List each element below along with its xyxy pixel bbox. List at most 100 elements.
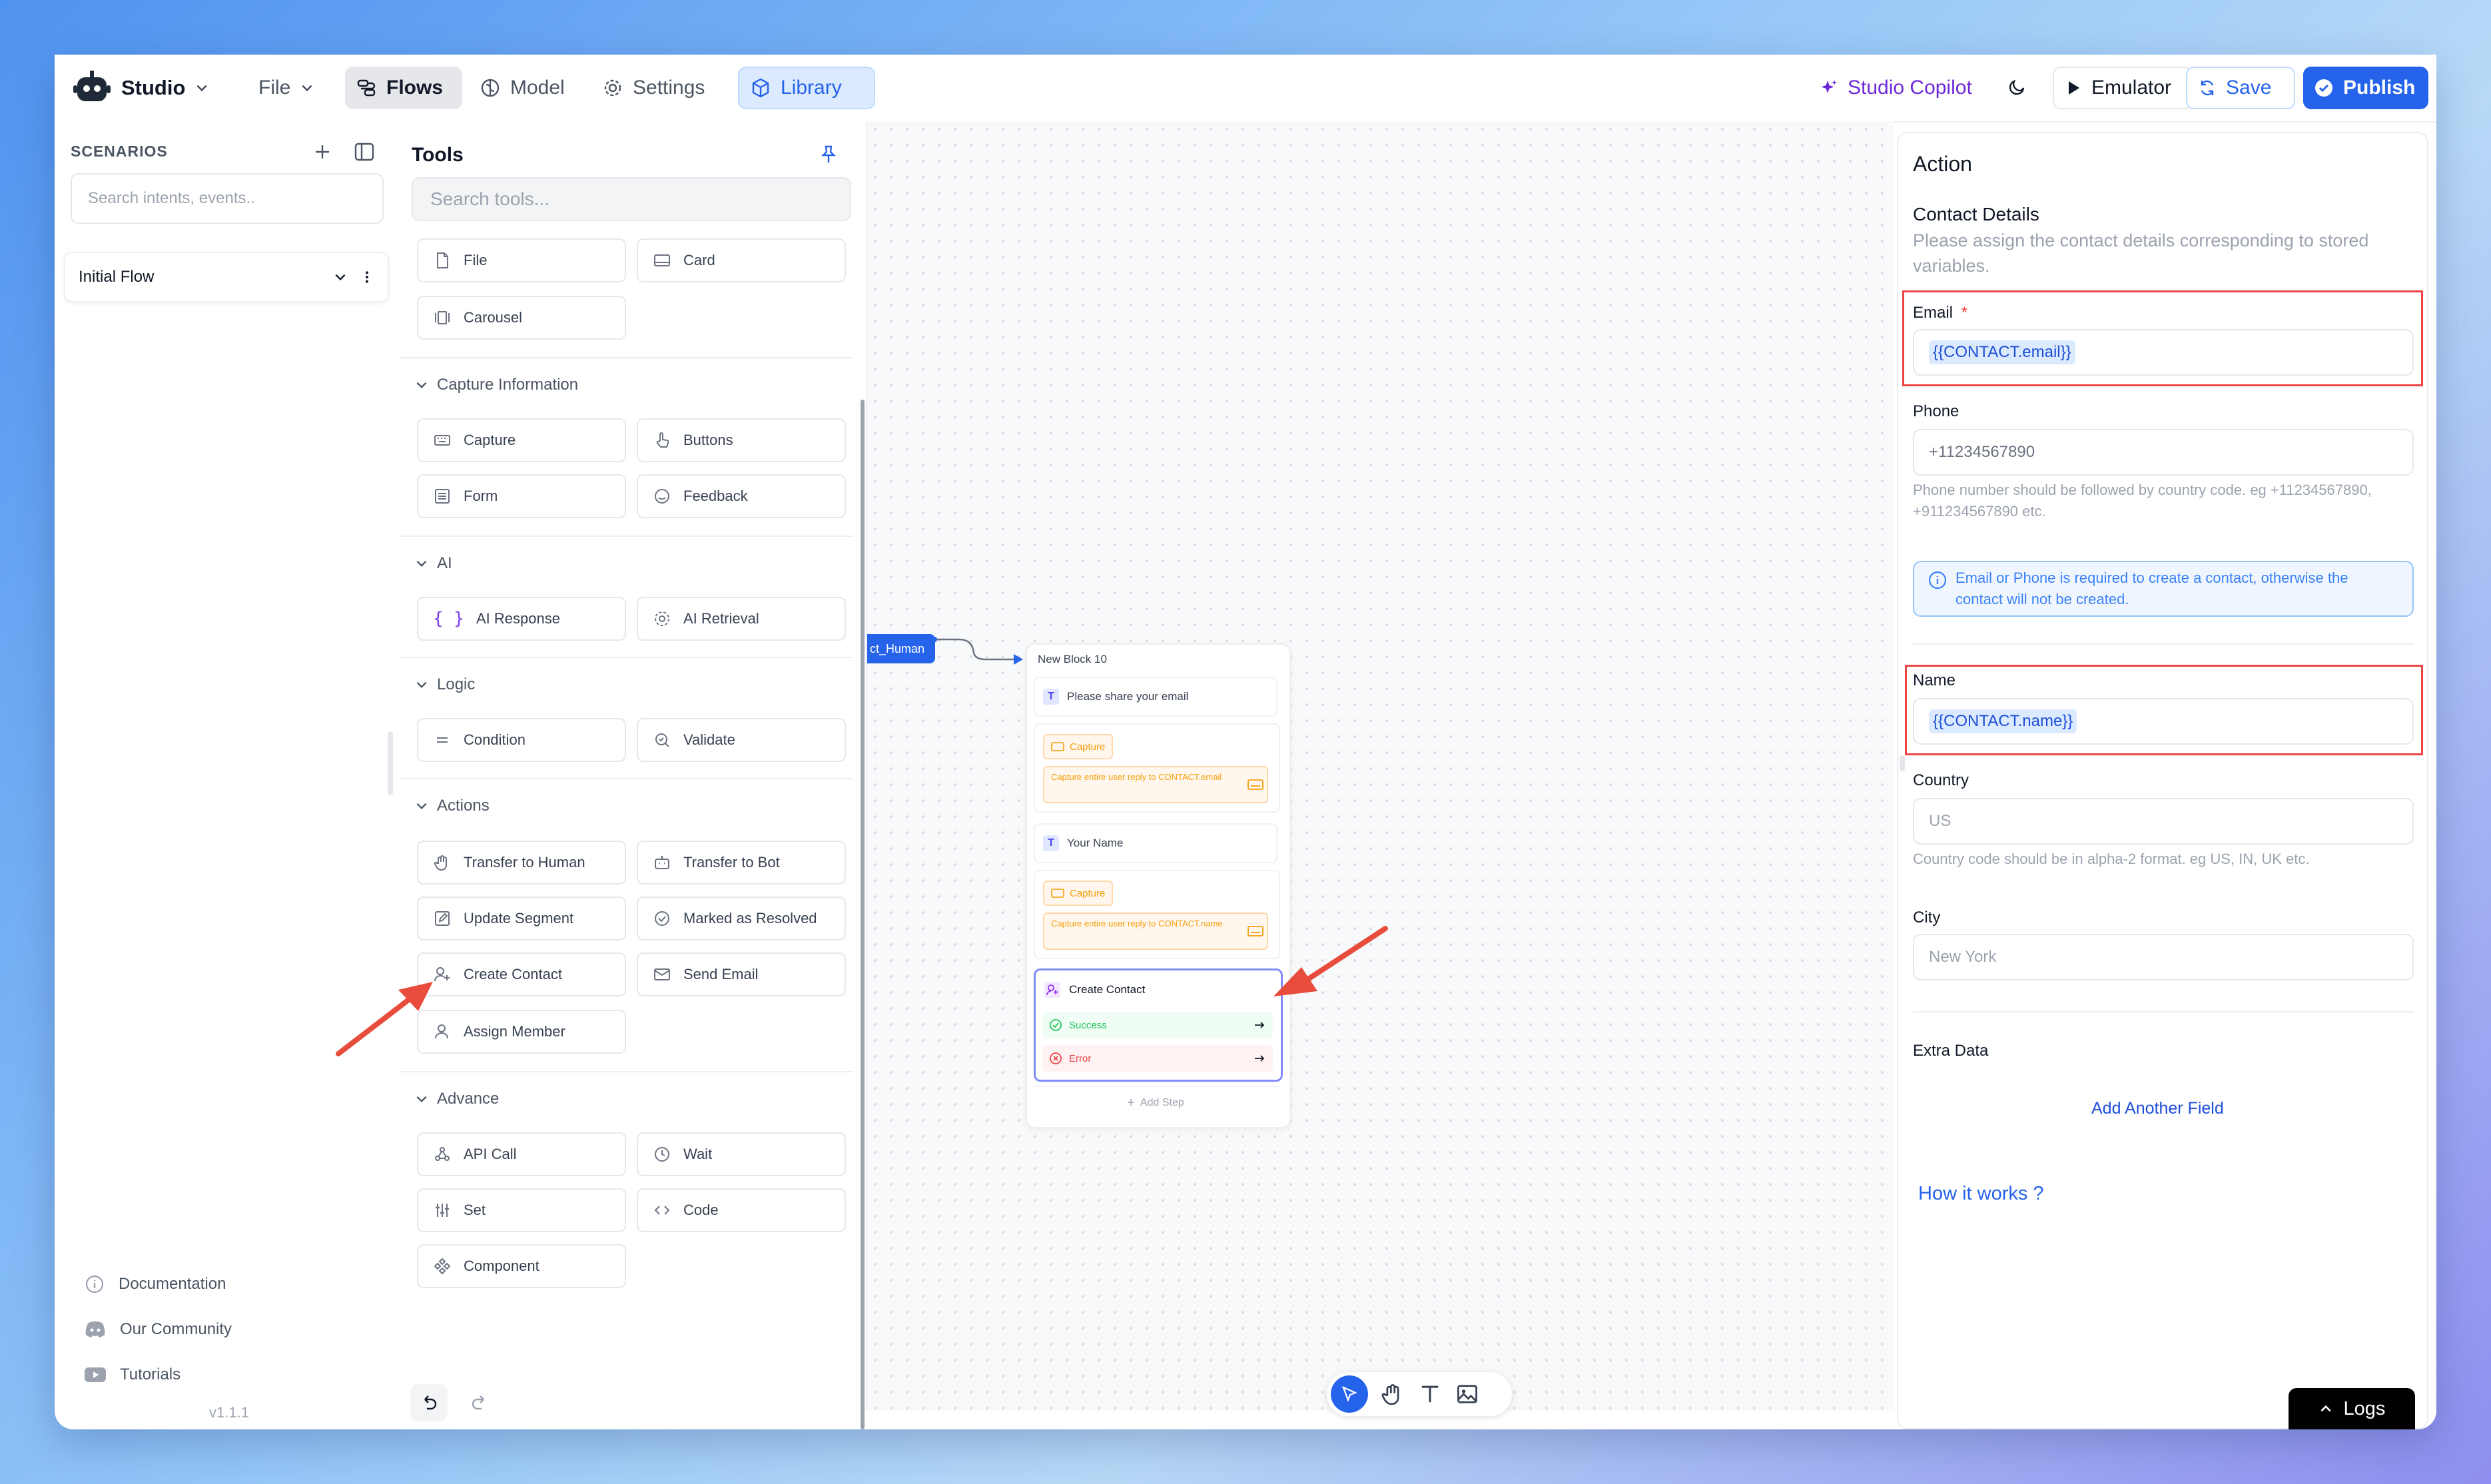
tab-flows[interactable]: Flows <box>345 67 462 109</box>
add-another-field-button[interactable]: Add Another Field <box>2091 1099 2224 1118</box>
email-label-text: Email <box>1913 304 1954 322</box>
pin-icon[interactable] <box>818 144 839 165</box>
country-placeholder: US <box>1929 812 1952 830</box>
file-menu[interactable]: File <box>248 67 325 109</box>
emulator-button[interactable]: Emulator <box>2053 67 2193 109</box>
tool-transfer-to-human[interactable]: Transfer to Human <box>417 841 626 885</box>
tool-label: AI Retrieval <box>683 610 759 627</box>
tool-set[interactable]: Set <box>417 1188 626 1232</box>
tool-wait[interactable]: Wait <box>637 1132 846 1176</box>
scenarios-search-input[interactable]: Search intents, events.. <box>71 173 384 224</box>
tools-title: Tools <box>412 144 464 166</box>
section-capture-information[interactable]: Capture Information <box>414 372 578 398</box>
section-label: Advance <box>437 1090 500 1108</box>
tool-label: Assign Member <box>464 1023 565 1040</box>
tool-condition[interactable]: Condition <box>417 718 626 762</box>
chevron-down-icon[interactable] <box>333 270 348 284</box>
incoming-node-label: ct_Human <box>870 641 925 655</box>
tool-api-call[interactable]: API Call <box>417 1132 626 1176</box>
panel-resize-handle[interactable] <box>1900 755 1905 771</box>
image-tool-icon[interactable] <box>1455 1381 1480 1407</box>
incoming-node[interactable]: ct_Human <box>867 634 935 663</box>
tab-flows-label: Flows <box>386 77 444 99</box>
tool-transfer-to-bot[interactable]: Transfer to Bot <box>637 841 846 885</box>
theme-toggle[interactable] <box>1998 67 2038 109</box>
section-advance[interactable]: Advance <box>414 1086 499 1112</box>
tool-capture[interactable]: Capture <box>417 418 626 462</box>
step-text-2[interactable]: T Your Name <box>1034 823 1277 863</box>
section-logic[interactable]: Logic <box>414 671 475 698</box>
logs-button[interactable]: Logs <box>2289 1388 2415 1429</box>
tool-carousel[interactable]: Carousel <box>417 296 626 340</box>
tool-form[interactable]: Form <box>417 474 626 518</box>
publish-button[interactable]: Publish <box>2303 67 2428 109</box>
community-link[interactable]: Our Community <box>84 1315 232 1344</box>
section-actions[interactable]: Actions <box>414 793 490 819</box>
success-branch[interactable]: Success <box>1042 1012 1273 1038</box>
capture-label: Capture <box>1070 741 1106 753</box>
redo-button[interactable] <box>461 1384 498 1421</box>
error-branch[interactable]: Error <box>1042 1045 1273 1072</box>
tab-model[interactable]: Model <box>469 67 575 109</box>
tool-ai-retrieval[interactable]: AI Retrieval <box>637 597 846 641</box>
country-field[interactable]: US <box>1913 798 2414 845</box>
app-name: Studio <box>121 76 186 99</box>
tool-label: Feedback <box>683 488 748 504</box>
tool-feedback[interactable]: Feedback <box>637 474 846 518</box>
flow-canvas[interactable] <box>867 121 1894 1411</box>
form-icon <box>435 489 450 504</box>
add-step-button[interactable]: + Add Step <box>1034 1086 1277 1119</box>
step-text-1[interactable]: T Please share your email <box>1034 677 1277 717</box>
name-variable-chip: {{CONTACT.name}} <box>1929 709 2077 733</box>
text-tool-icon[interactable] <box>1417 1381 1443 1407</box>
tool-card[interactable]: Card <box>637 238 846 282</box>
studio-copilot-button[interactable]: Studio Copilot <box>1809 67 1983 109</box>
email-field[interactable]: {{CONTACT.email}} <box>1913 329 2414 376</box>
tool-buttons[interactable]: Buttons <box>637 418 846 462</box>
chevron-down-icon <box>302 85 312 92</box>
step-capture-2[interactable]: Capture Capture entire user reply to CON… <box>1034 870 1280 959</box>
section-ai[interactable]: AI <box>414 550 452 577</box>
canvas-toolbar <box>1327 1372 1512 1416</box>
tool-send-email[interactable]: Send Email <box>637 952 846 996</box>
section-label: Actions <box>437 797 490 815</box>
component-icon <box>434 1258 451 1275</box>
tutorials-link[interactable]: Tutorials <box>84 1360 180 1389</box>
studio-menu[interactable]: Studio <box>72 67 209 109</box>
more-vertical-icon[interactable] <box>360 270 374 284</box>
panel-resize-handle[interactable] <box>388 731 393 795</box>
country-help: Country code should be in alpha-2 format… <box>1913 851 2310 867</box>
tool-code[interactable]: Code <box>637 1188 846 1232</box>
tools-scrollbar[interactable] <box>861 400 865 1429</box>
undo-button[interactable] <box>410 1384 448 1421</box>
hand-pan-icon[interactable] <box>1380 1381 1405 1407</box>
how-it-works-link[interactable]: How it works ? <box>1918 1183 2044 1205</box>
tool-file[interactable]: File <box>417 238 626 282</box>
tab-library[interactable]: Library <box>738 67 875 109</box>
save-label: Save <box>2226 77 2272 99</box>
tool-validate[interactable]: Validate <box>637 718 846 762</box>
step-create-contact[interactable]: Create Contact Success Error <box>1034 968 1283 1082</box>
phone-field[interactable]: +11234567890 <box>1913 429 2414 476</box>
mail-icon <box>654 968 670 980</box>
plus-icon[interactable] <box>312 141 333 163</box>
select-tool-button[interactable] <box>1331 1375 1368 1413</box>
sidebar-toggle-icon[interactable] <box>353 141 376 163</box>
sliders-icon <box>436 1204 449 1217</box>
city-field[interactable]: New York <box>1913 934 2414 980</box>
tool-marked-as-resolved[interactable]: Marked as Resolved <box>637 897 846 940</box>
name-field[interactable]: {{CONTACT.name}} <box>1913 698 2414 745</box>
contact-details-title: Contact Details <box>1913 204 2039 224</box>
flow-item-initial[interactable]: Initial Flow <box>64 252 389 302</box>
save-button[interactable]: Save <box>2186 67 2295 109</box>
tool-ai-response[interactable]: { } AI Response <box>417 597 626 641</box>
tool-update-segment[interactable]: Update Segment <box>417 897 626 940</box>
tool-assign-member[interactable]: Assign Member <box>417 1010 626 1054</box>
tools-search-input[interactable]: Search tools... <box>412 177 851 221</box>
tool-create-contact[interactable]: Create Contact <box>417 952 626 996</box>
tab-settings[interactable]: Settings <box>591 67 715 109</box>
step-capture-1[interactable]: Capture Capture entire user reply to CON… <box>1034 723 1280 813</box>
tool-component[interactable]: Component <box>417 1244 626 1288</box>
documentation-link[interactable]: Documentation <box>84 1270 226 1299</box>
tool-label: Transfer to Bot <box>683 854 780 871</box>
